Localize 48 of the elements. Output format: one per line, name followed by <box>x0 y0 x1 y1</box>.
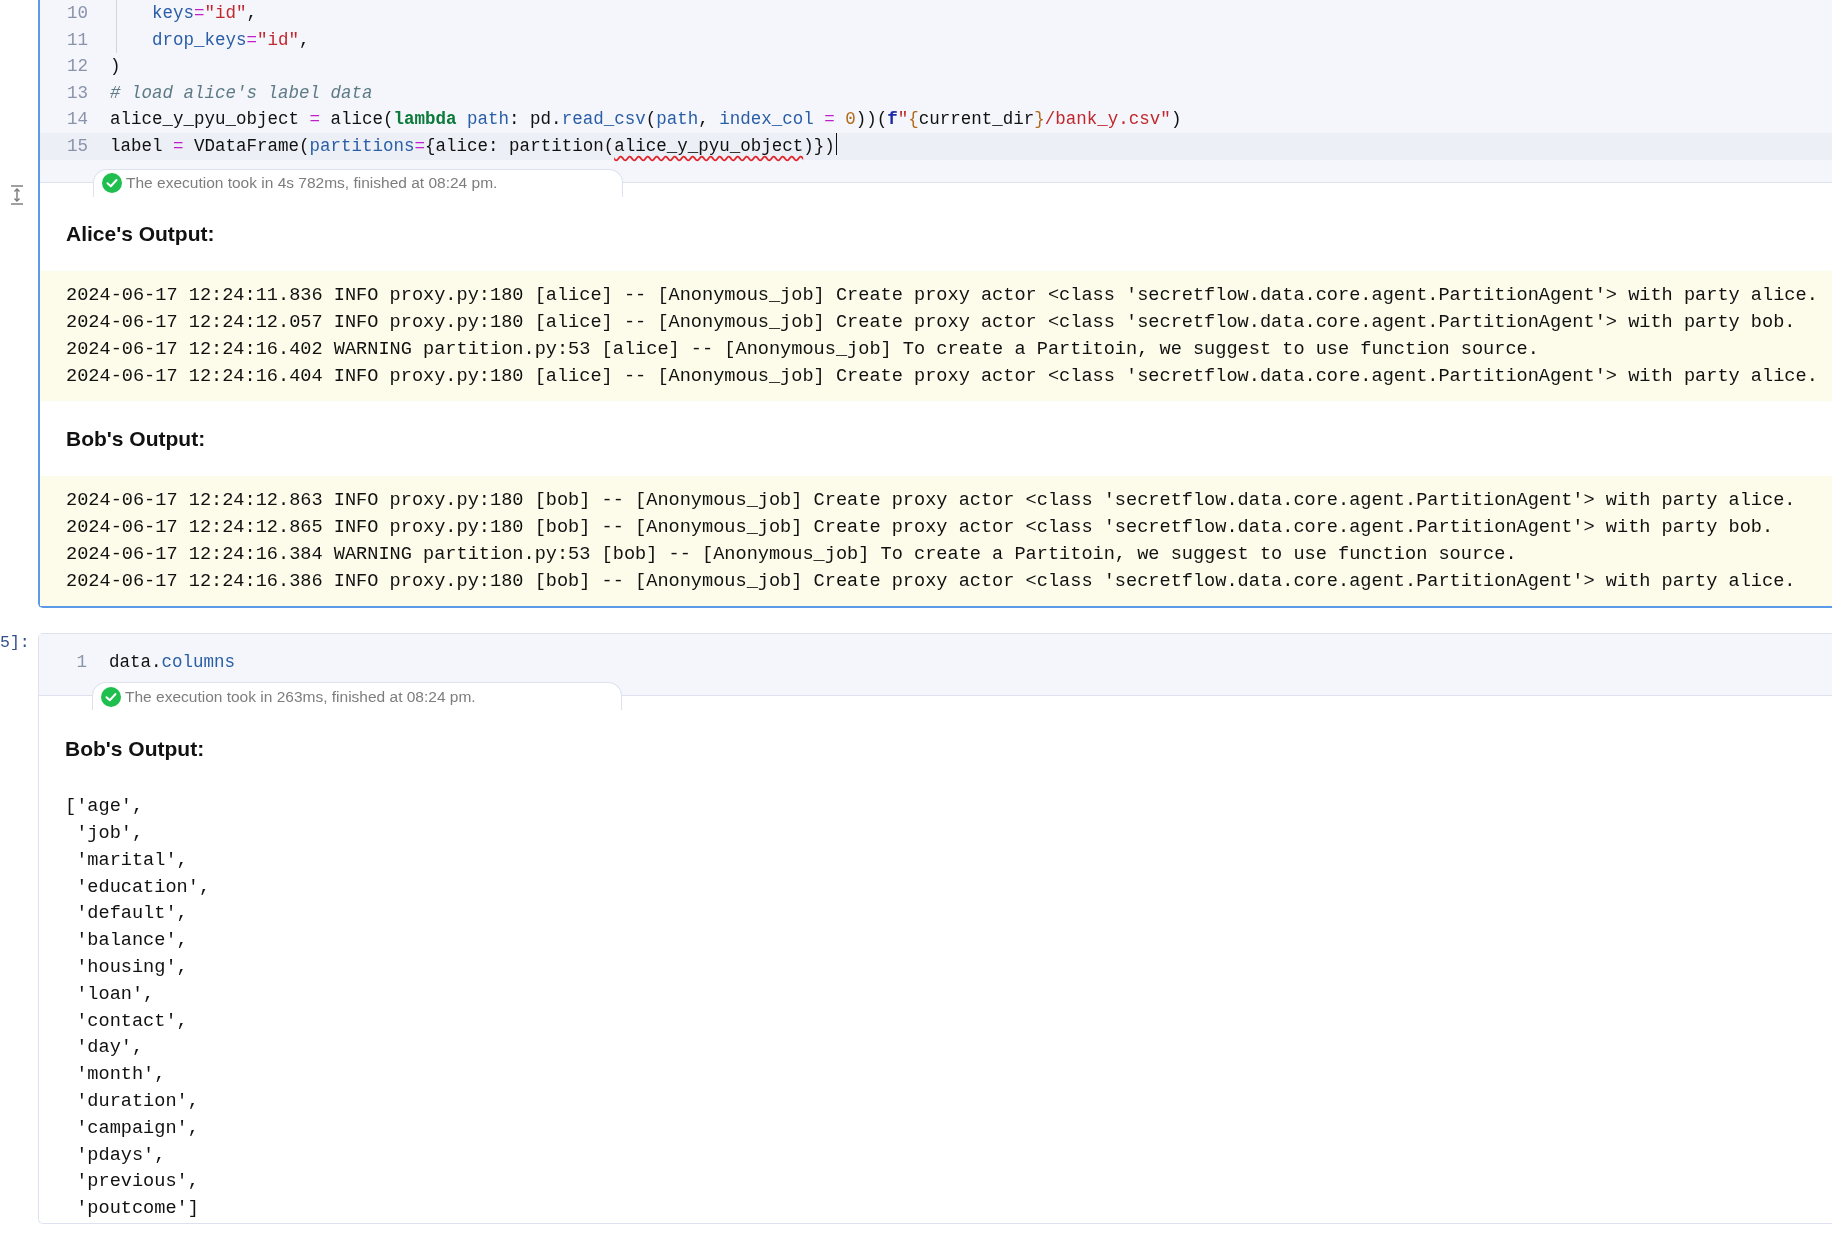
output-line: 2024-06-17 12:24:11.836 INFO proxy.py:180 [alice] -- [Anonymous_job] Create proxy actor <class 'secretflow.data.core.agent.PartitionAgent'> with party alice. <box>66 283 1819 308</box>
output-line: 'education', <box>75 875 212 900</box>
line-number: 11 <box>66 28 88 52</box>
line-number: 13 <box>66 81 88 105</box>
output-line: 'marital', <box>75 848 189 873</box>
text-cursor <box>835 132 838 155</box>
notebook-cell[interactable] <box>38 0 1832 608</box>
code-line: ) <box>110 55 121 79</box>
output-line: 'day', <box>75 1036 145 1061</box>
output-line: 'contact', <box>75 1009 189 1034</box>
output-heading: Bob's Output: <box>65 425 207 452</box>
code-line: data.columns <box>109 650 236 674</box>
collapse-icon[interactable] <box>10 185 24 205</box>
code-line: alice_y_pyu_object = alice(lambda path: pd.read_csv(path, index_col = 0))(f"{current_dir}/bank_y.csv") <box>110 108 1182 132</box>
output-line: 'campaign', <box>75 1116 200 1141</box>
output-line: 2024-06-17 12:24:16.402 WARNING partition.py:53 [alice] -- [Anonymous_job] To create a Partitoin, we suggest to use function source. <box>66 337 1540 362</box>
line-number: 1 <box>75 650 87 674</box>
output-line: 'poutcome'] <box>75 1197 200 1222</box>
output-line: 2024-06-17 12:24:12.057 INFO proxy.py:180 [alice] -- [Anonymous_job] Create proxy actor <class 'secretflow.data.core.agent.PartitionAgent'> with party bob. <box>66 310 1797 335</box>
output-line: 'pdays', <box>75 1143 167 1168</box>
code-line: drop_keys="id", <box>110 26 310 54</box>
output-line: 'job', <box>75 821 145 846</box>
output-line: 2024-06-17 12:24:16.386 INFO proxy.py:180 [bob] -- [Anonymous_job] Create proxy actor <class 'secretflow.data.core.agent.PartitionAgent'> with party alice. <box>66 569 1797 594</box>
output-line: 'previous', <box>75 1170 200 1195</box>
output-line: 'housing', <box>75 955 189 980</box>
output-heading: Bob's Output: <box>64 736 206 763</box>
line-number: 15 <box>66 134 88 158</box>
check-circle-icon <box>101 686 121 707</box>
line-number: 10 <box>66 2 88 25</box>
line-number: 12 <box>66 55 88 79</box>
code-line: label = VDataFrame(partitions={alice: partition(alice_y_pyu_object)}) <box>110 134 835 158</box>
output-line: 'loan', <box>75 982 156 1007</box>
output-line: 'default', <box>75 902 189 927</box>
output-line: ['age', <box>65 795 145 820</box>
check-circle-icon <box>102 173 122 194</box>
code-line: keys="id", <box>110 0 258 27</box>
execution-time-text: The execution took in 4s 782ms, finished at 08:24 pm. <box>126 173 498 194</box>
output-heading: Alice's Output: <box>65 220 216 247</box>
output-line: 'balance', <box>75 929 189 954</box>
cell-prompt: 5]: <box>0 631 31 654</box>
output-line: 2024-06-17 12:24:12.865 INFO proxy.py:180 [bob] -- [Anonymous_job] Create proxy actor <class 'secretflow.data.core.agent.PartitionAgent'> with party bob. <box>66 515 1775 540</box>
output-line: 'duration', <box>75 1089 200 1114</box>
output-line: 2024-06-17 12:24:16.384 WARNING partition.py:53 [bob] -- [Anonymous_job] To create a Partitoin, we suggest to use function source. <box>66 542 1518 567</box>
line-number: 14 <box>66 108 88 132</box>
output-line: 'month', <box>75 1063 167 1088</box>
code-line: # load alice's label data <box>110 81 373 105</box>
output-line: 2024-06-17 12:24:12.863 INFO proxy.py:180 [bob] -- [Anonymous_job] Create proxy actor <class 'secretflow.data.core.agent.PartitionAgent'> with party alice. <box>66 488 1797 513</box>
output-line: 2024-06-17 12:24:16.404 INFO proxy.py:180 [alice] -- [Anonymous_job] Create proxy actor <class 'secretflow.data.core.agent.PartitionAgent'> with party alice. <box>66 364 1819 389</box>
